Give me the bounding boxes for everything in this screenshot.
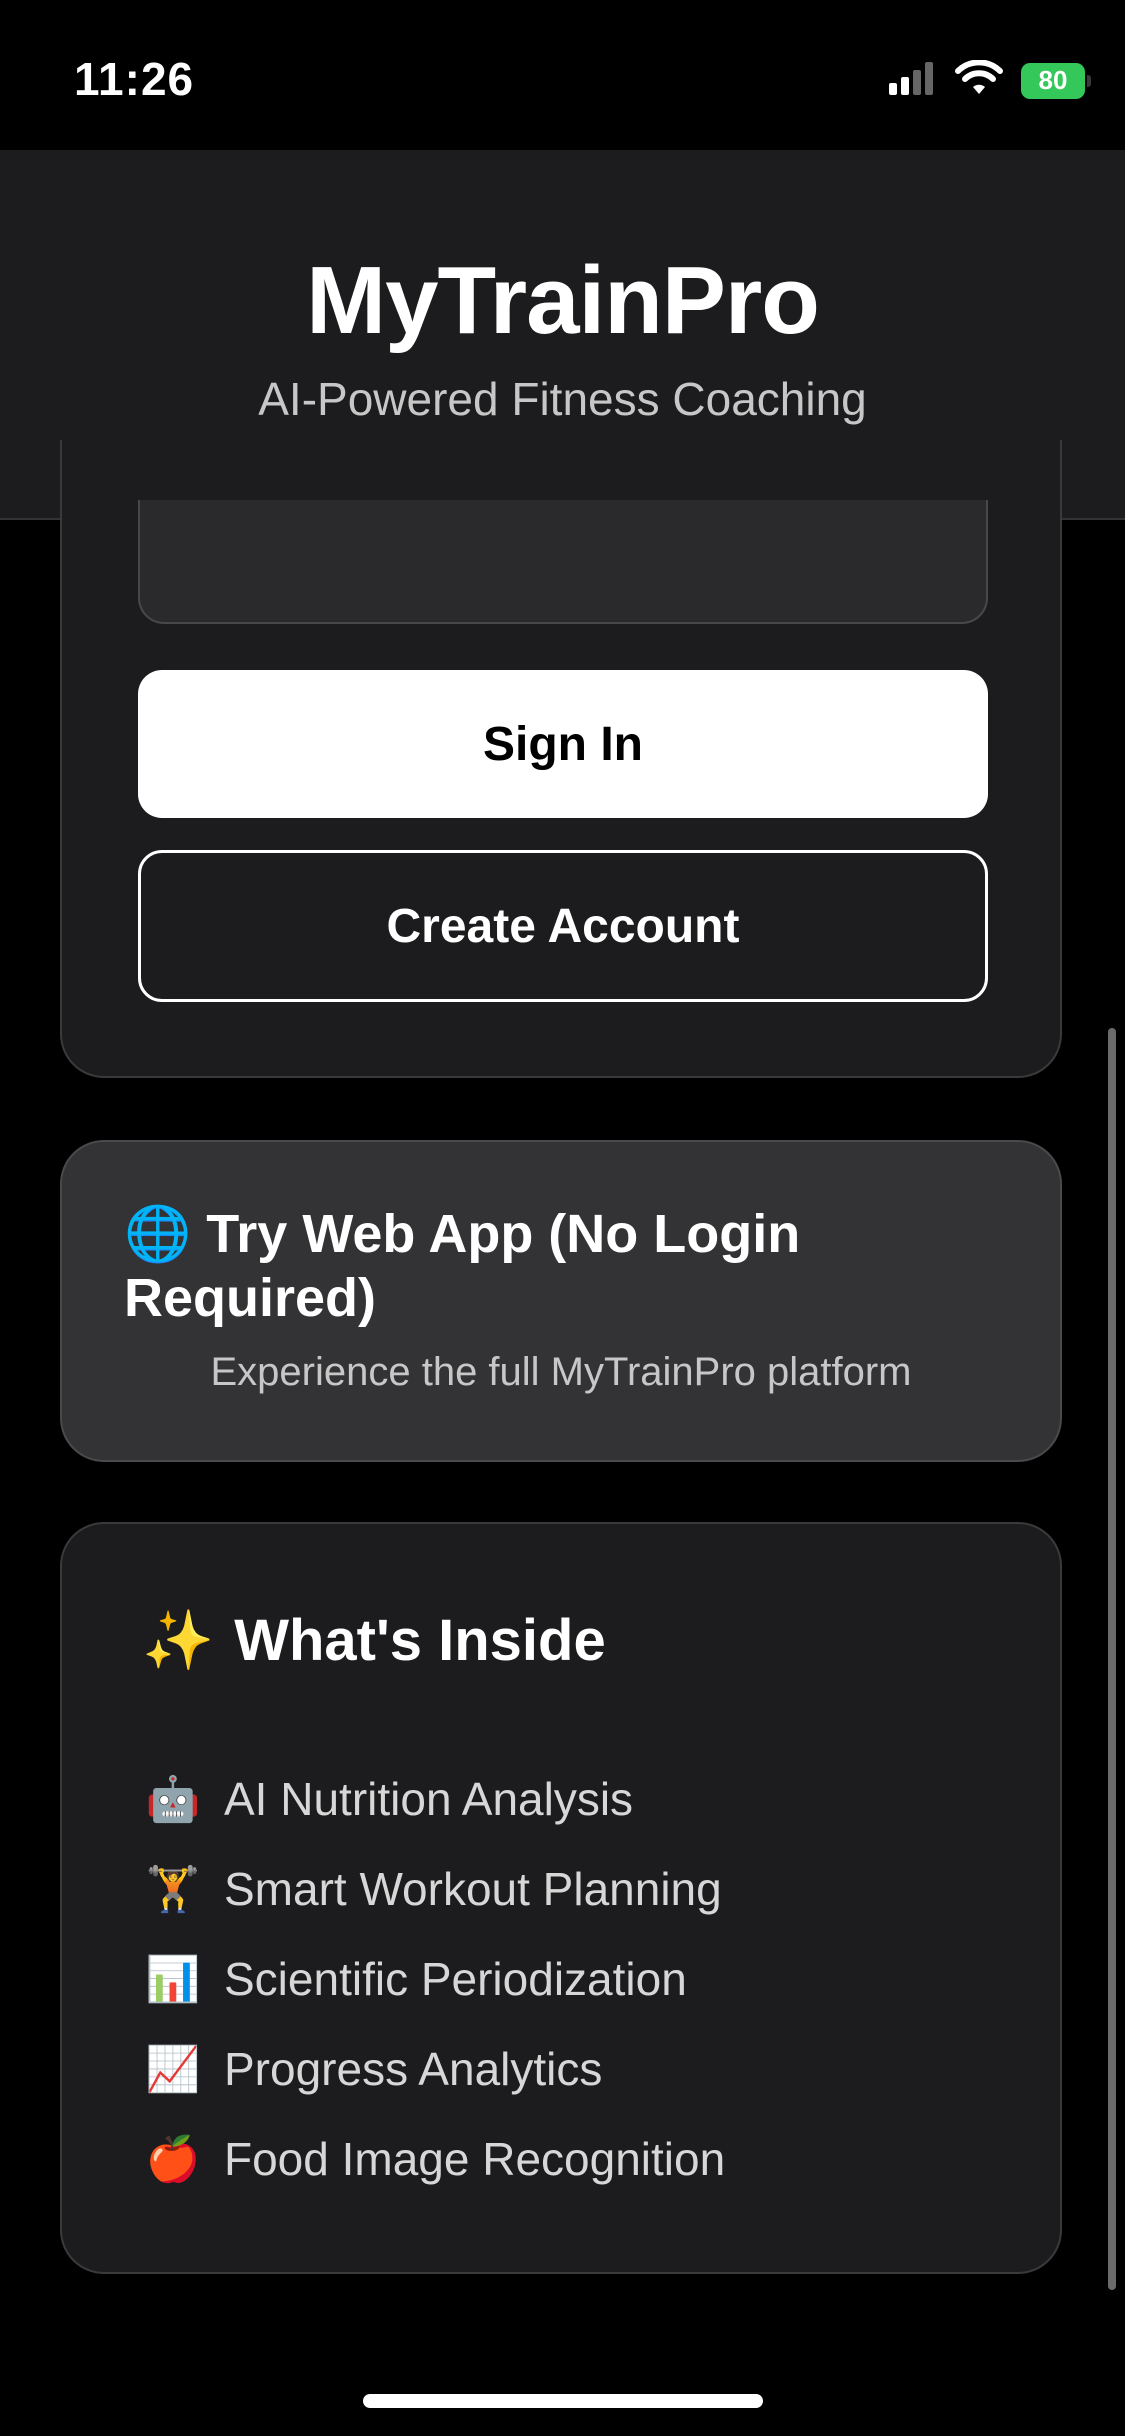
web-app-title: 🌐 Try Web App (No Login Required) — [124, 1202, 1004, 1330]
feature-label: AI Nutrition Analysis — [224, 1773, 634, 1825]
weightlifter-icon: 🏋 — [145, 1864, 201, 1915]
feature-label: Progress Analytics — [224, 2043, 603, 2095]
features-title-text: What's Inside — [234, 1608, 606, 1673]
sparkles-icon: ✨ — [142, 1606, 215, 1674]
features-list: 🤖 AI Nutrition Analysis 🏋 Smart Workout … — [142, 1754, 726, 2204]
status-time: 11:26 — [74, 53, 195, 105]
feature-label: Food Image Recognition — [224, 2133, 726, 2185]
sign-in-button[interactable]: Sign In — [138, 670, 988, 818]
feature-item: 📊 Scientific Periodization — [142, 1934, 725, 2024]
login-card: Sign In Create Account — [60, 440, 1062, 1078]
robot-icon: 🤖 — [145, 1774, 201, 1825]
features-card: ✨ What's Inside 🤖 AI Nutrition Analysis … — [60, 1522, 1062, 2274]
feature-item: 🤖 AI Nutrition Analysis — [142, 1754, 725, 1844]
web-app-title-text: Try Web App (No Login Required) — [124, 1204, 801, 1328]
globe-icon: 🌐 — [124, 1202, 192, 1265]
home-indicator[interactable] — [363, 2394, 763, 2408]
create-account-button[interactable]: Create Account — [138, 850, 988, 1002]
battery-icon: 80 — [1021, 62, 1091, 99]
feature-label: Smart Workout Planning — [224, 1863, 722, 1915]
app-subtitle: AI-Powered Fitness Coaching — [258, 373, 867, 425]
status-icons: 80 — [889, 59, 1091, 101]
bar-chart-icon: 📊 — [145, 1954, 201, 2005]
web-app-subtitle: Experience the full MyTrainPro platform — [210, 1350, 912, 1394]
feature-item: 🏋 Smart Workout Planning — [142, 1844, 725, 1934]
wifi-icon — [955, 59, 1003, 101]
signal-bars-icon — [889, 61, 937, 100]
app-title: MyTrainPro — [306, 247, 820, 354]
feature-item: 📈 Progress Analytics — [142, 2024, 725, 2114]
feature-item: 🍎 Food Image Recognition — [142, 2114, 726, 2204]
features-title: ✨ What's Inside — [142, 1606, 606, 1675]
web-app-card[interactable]: 🌐 Try Web App (No Login Required) Experi… — [60, 1140, 1062, 1462]
scrollbar[interactable] — [1108, 1028, 1116, 2290]
password-field[interactable] — [138, 500, 988, 624]
feature-label: Scientific Periodization — [224, 1953, 687, 2005]
apple-icon: 🍎 — [145, 2134, 201, 2185]
trend-chart-icon: 📈 — [145, 2044, 201, 2095]
status-bar: 11:26 80 — [0, 0, 1125, 150]
